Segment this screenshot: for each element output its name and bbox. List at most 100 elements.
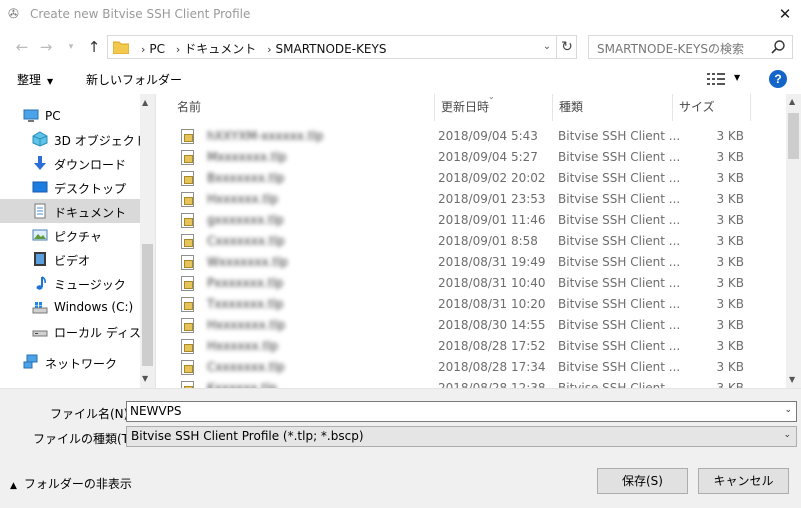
up-arrow-icon[interactable]: ↑	[84, 38, 104, 56]
caret-down-icon[interactable]: ▼	[734, 73, 740, 82]
table-row[interactable]: Cxxxxxxx.tlp 2018/09/01 8:58 Bitvise SSH C…	[157, 231, 787, 252]
file-size: 3 KB	[716, 381, 744, 388]
nav-item-pc[interactable]: PC	[0, 104, 140, 128]
nav-item-documents[interactable]: ドキュメント	[0, 199, 140, 223]
search-input[interactable]: SMARTNODE-KEYSの検索	[597, 40, 744, 57]
scrollbar-thumb[interactable]	[788, 113, 799, 159]
file-name: Cxxxxxxx.tlp	[207, 360, 285, 374]
file-size: 3 KB	[716, 234, 744, 248]
back-arrow-icon[interactable]: ←	[12, 38, 32, 56]
forward-arrow-icon[interactable]: →	[36, 38, 56, 56]
scroll-down-icon[interactable]: ▼	[142, 374, 148, 383]
nav-item-label: Windows (C:)	[54, 300, 134, 314]
new-folder-button[interactable]: 新しいフォルダー	[86, 71, 182, 88]
nav-item-downloads[interactable]: ダウンロード	[0, 151, 140, 175]
tlp-file-icon	[181, 360, 194, 375]
breadcrumb-pc[interactable]: PC	[149, 42, 165, 56]
view-options-icon[interactable]	[707, 72, 725, 86]
breadcrumb-smartnode-keys[interactable]: SMARTNODE-KEYS	[276, 42, 387, 56]
file-type: Bitvise SSH Client ...	[558, 192, 681, 206]
title-bar: ✇ Create new Bitvise SSH Client Profile …	[0, 0, 801, 30]
file-size: 3 KB	[716, 318, 744, 332]
column-header-name[interactable]: 名前	[171, 94, 435, 121]
tlp-file-icon	[181, 297, 194, 312]
filetype-value: Bitvise SSH Client Profile (*.tlp; *.bsc…	[131, 429, 364, 443]
file-name: Cxxxxxxx.tlp	[207, 234, 285, 248]
table-row[interactable]: Hxxxxxx.tlp 2018/08/28 17:52 Bitvise SSH C…	[157, 336, 787, 357]
chevron-down-icon[interactable]: ⌄	[538, 39, 556, 55]
table-row[interactable]: Bxxxxxxx.tlp 2018/09/02 20:02 Bitvise SSH …	[157, 168, 787, 189]
chevron-right-icon: ›	[141, 43, 146, 56]
nav-item-label: ネットワーク	[45, 357, 118, 371]
table-row[interactable]: hXXYXM-xxxxxx.tlp 2018/09/04 5:43 Bitvise …	[157, 126, 787, 147]
table-row[interactable]: Kxxxxxx.tlp 2018/08/28 12:38 Bitvise SSH C…	[157, 378, 787, 388]
column-header-type[interactable]: 種類	[553, 94, 673, 121]
documents-icon	[34, 203, 46, 219]
filetype-select[interactable]: Bitvise SSH Client Profile (*.tlp; *.bsc…	[126, 426, 797, 447]
chevron-down-icon[interactable]: ⌄	[784, 405, 792, 415]
address-bar[interactable]: › PC › ドキュメント › SMARTNODE-KEYS ⌄ ↻	[107, 35, 577, 59]
file-size: 3 KB	[716, 339, 744, 353]
filename-value[interactable]: NEWVPS	[130, 404, 182, 418]
table-row[interactable]: Txxxxxxx.tlp 2018/08/31 10:20 Bitvise SSH …	[157, 294, 787, 315]
file-list-scrollbar[interactable]: ▲ ▼	[786, 94, 801, 388]
file-size: 3 KB	[716, 150, 744, 164]
help-icon[interactable]: ?	[769, 70, 787, 88]
scroll-up-icon[interactable]: ▲	[142, 98, 148, 107]
file-size: 3 KB	[716, 297, 744, 311]
breadcrumb-documents[interactable]: ドキュメント	[184, 42, 256, 56]
nav-item-videos[interactable]: ビデオ	[0, 247, 140, 271]
chevron-down-icon[interactable]: ⌄	[783, 430, 791, 440]
pictures-icon	[32, 229, 48, 241]
save-button[interactable]: 保存(S)	[597, 468, 688, 494]
file-date: 2018/08/28 17:34	[438, 360, 546, 374]
drive-d-icon	[32, 330, 48, 337]
search-icon[interactable]	[770, 39, 786, 55]
filename-label: ファイル名(N):	[50, 407, 133, 421]
table-row[interactable]: Hxxxxxx.tlp 2018/09/01 23:53 Bitvise SSH C…	[157, 189, 787, 210]
nav-item-desktop[interactable]: デスクトップ	[0, 175, 140, 199]
pc-icon	[23, 109, 39, 122]
table-row[interactable]: Pxxxxxxx.tlp 2018/08/31 10:40 Bitvise SSH …	[157, 273, 787, 294]
file-date: 2018/08/30 14:55	[438, 318, 546, 332]
file-date: 2018/09/04 5:43	[438, 129, 538, 143]
navigation-pane: PC 3D オブジェクト ダウンロード デスクトップ ドキュメント ピクチャ ビ…	[0, 94, 156, 388]
search-box[interactable]: SMARTNODE-KEYSの検索	[588, 35, 793, 59]
file-date: 2018/09/01 11:46	[438, 213, 546, 227]
hide-folders-button[interactable]: ▲ フォルダーの非表示	[10, 475, 132, 492]
refresh-icon[interactable]: ↻	[556, 36, 577, 58]
close-icon[interactable]: ✕	[773, 3, 797, 25]
nav-item-label: デスクトップ	[54, 182, 127, 196]
table-row[interactable]: gxxxxxxx.tlp 2018/09/01 11:46 Bitvise SSH …	[157, 210, 787, 231]
nav-item-3d-objects[interactable]: 3D オブジェクト	[0, 127, 147, 151]
file-size: 3 KB	[716, 360, 744, 374]
nav-item-music[interactable]: ミュージック	[0, 271, 140, 295]
file-type: Bitvise SSH Client ...	[558, 318, 681, 332]
nav-item-pictures[interactable]: ピクチャ	[0, 223, 140, 247]
cancel-button[interactable]: キャンセル	[698, 468, 789, 494]
scroll-up-icon[interactable]: ▲	[789, 97, 795, 106]
table-row[interactable]: Mxxxxxxx.tlp 2018/09/04 5:27 Bitvise SSH C…	[157, 147, 787, 168]
file-name: Bxxxxxxx.tlp	[207, 171, 285, 185]
recent-locations-chevron-icon[interactable]: ▾	[61, 38, 81, 56]
hide-folders-label: フォルダーの非表示	[23, 477, 132, 491]
tlp-file-icon	[181, 339, 194, 354]
nav-item-label: ビデオ	[54, 254, 91, 268]
table-row[interactable]: Wxxxxxxx.tlp 2018/08/31 19:49 Bitvise SSH …	[157, 252, 787, 273]
organize-button[interactable]: 整理 ▼	[17, 71, 53, 88]
table-row[interactable]: Hxxxxxxx.tlp 2018/08/30 14:55 Bitvise SSH …	[157, 315, 787, 336]
filename-input[interactable]: NEWVPS ⌄	[126, 401, 797, 422]
nav-item-drive-c[interactable]: Windows (C:)	[0, 295, 140, 319]
tlp-file-icon	[181, 150, 194, 165]
scrollbar-thumb[interactable]	[142, 244, 153, 366]
file-name: hXXYXM-xxxxxx.tlp	[207, 129, 324, 143]
scroll-down-icon[interactable]: ▼	[789, 375, 795, 384]
breadcrumb: › PC › ドキュメント › SMARTNODE-KEYS	[138, 40, 390, 57]
nav-item-drive-d[interactable]: ローカル ディスク (D	[0, 319, 155, 343]
column-header-size[interactable]: サイズ	[673, 94, 751, 121]
nav-pane-scrollbar[interactable]: ▲ ▼	[140, 94, 155, 388]
organize-label: 整理	[17, 73, 42, 87]
table-row[interactable]: Cxxxxxxx.tlp 2018/08/28 17:34 Bitvise SSH …	[157, 357, 787, 378]
nav-item-network[interactable]: ネットワーク	[0, 350, 140, 374]
file-type: Bitvise SSH Client ...	[558, 150, 681, 164]
